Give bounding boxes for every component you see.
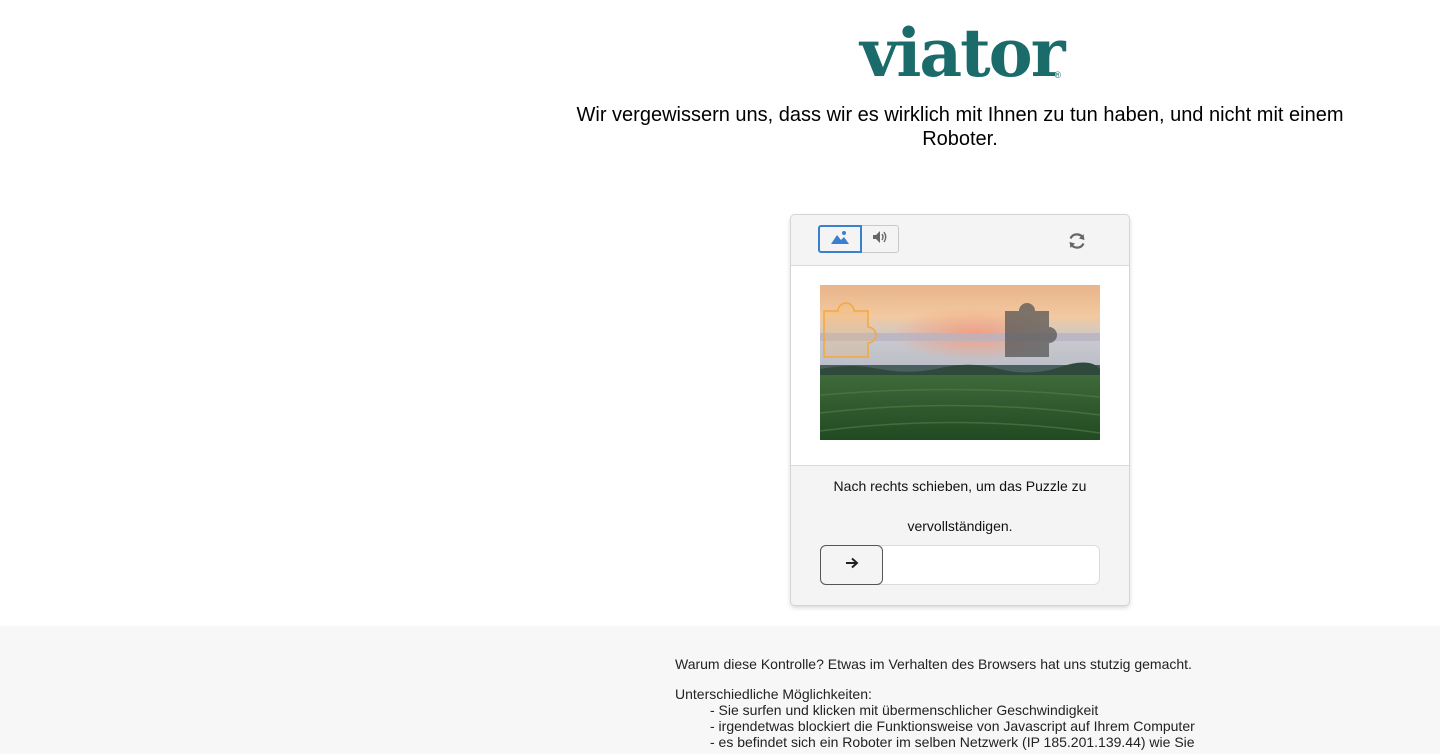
logo-text: viator bbox=[860, 14, 1065, 92]
list-item: - Sie surfen und klicken mit übermenschl… bbox=[710, 702, 1099, 718]
puzzle-piece-icon bbox=[823, 302, 877, 358]
captcha-image-area bbox=[791, 266, 1129, 466]
slider-instruction: Nach rechts schieben, um das Puzzle zu v… bbox=[833, 478, 1087, 534]
image-mode-button[interactable] bbox=[818, 225, 862, 253]
slider-handle[interactable] bbox=[820, 545, 883, 585]
registered-mark: ® bbox=[1054, 70, 1061, 80]
captcha-widget: Nach rechts schieben, um das Puzzle zu v… bbox=[790, 214, 1130, 606]
list-item: - es befindet sich ein Roboter im selben… bbox=[710, 734, 1195, 750]
list-item: - irgendetwas blockiert die Funktionswei… bbox=[710, 718, 1195, 734]
refresh-icon[interactable] bbox=[1066, 230, 1088, 252]
arrow-right-icon bbox=[845, 556, 859, 574]
captcha-header bbox=[791, 215, 1129, 266]
why-text: Warum diese Kontrolle? Etwas im Verhalte… bbox=[675, 656, 1192, 672]
image-icon bbox=[830, 229, 850, 250]
explanation-footer: Warum diese Kontrolle? Etwas im Verhalte… bbox=[0, 626, 1440, 754]
possibilities-title: Unterschiedliche Möglichkeiten: bbox=[675, 686, 872, 702]
speaker-icon bbox=[871, 229, 889, 250]
sunset-field-image bbox=[819, 285, 1101, 440]
audio-mode-button[interactable] bbox=[862, 225, 899, 253]
page-headline: Wir vergewissern uns, dass wir es wirkli… bbox=[576, 104, 1344, 150]
viator-logo: viator ® bbox=[860, 14, 1065, 92]
possibilities-list: - Sie surfen und klicken mit übermenschl… bbox=[710, 702, 1195, 750]
